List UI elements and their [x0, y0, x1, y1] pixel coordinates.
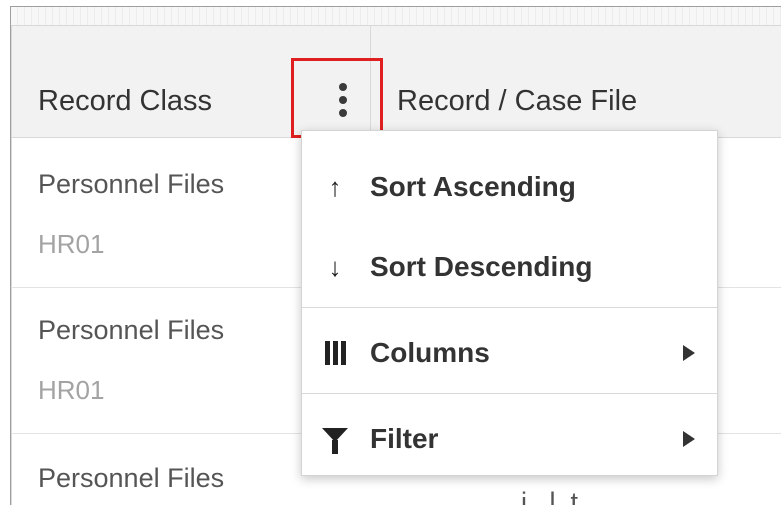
filter-icon [320, 399, 350, 479]
menu-item-filter[interactable]: Filter [302, 399, 717, 479]
cell-record-case-file: i...l..t [521, 487, 579, 505]
menu-item-columns[interactable]: Columns [302, 313, 717, 393]
column-options-menu: ↑ Sort Ascending ↓ Sort Descending Colum… [301, 130, 718, 476]
submenu-arrow-icon [681, 313, 697, 393]
cell-record-code: HR01 [38, 229, 105, 259]
menu-item-sort-descending[interactable]: ↓ Sort Descending [302, 227, 717, 307]
vertical-ellipsis-icon[interactable] [338, 83, 348, 119]
menu-divider [302, 393, 717, 394]
submenu-arrow-icon [681, 399, 697, 479]
menu-item-label: Sort Descending [370, 251, 593, 282]
table-top-strip [11, 7, 781, 26]
menu-item-label: Columns [370, 337, 490, 368]
menu-item-label: Filter [370, 423, 439, 454]
menu-item-label: Sort Ascending [370, 171, 576, 202]
table-header-row [11, 26, 781, 138]
cell-record-class: Personnel Files [38, 315, 225, 345]
column-header-record-case-file[interactable]: Record / Case File [397, 85, 637, 118]
arrow-down-icon: ↓ [328, 251, 342, 282]
menu-item-sort-ascending[interactable]: ↑ Sort Ascending [302, 147, 717, 227]
cell-record-class: Personnel Files [38, 169, 225, 199]
column-header-record-class[interactable]: Record Class [38, 85, 212, 118]
cell-record-code: HR01 [38, 375, 105, 405]
menu-divider [302, 307, 717, 308]
cell-record-class: Personnel Files [38, 463, 225, 493]
arrow-up-icon: ↑ [328, 171, 342, 202]
column-menu-trigger-highlight [291, 58, 383, 138]
columns-icon [320, 313, 350, 393]
